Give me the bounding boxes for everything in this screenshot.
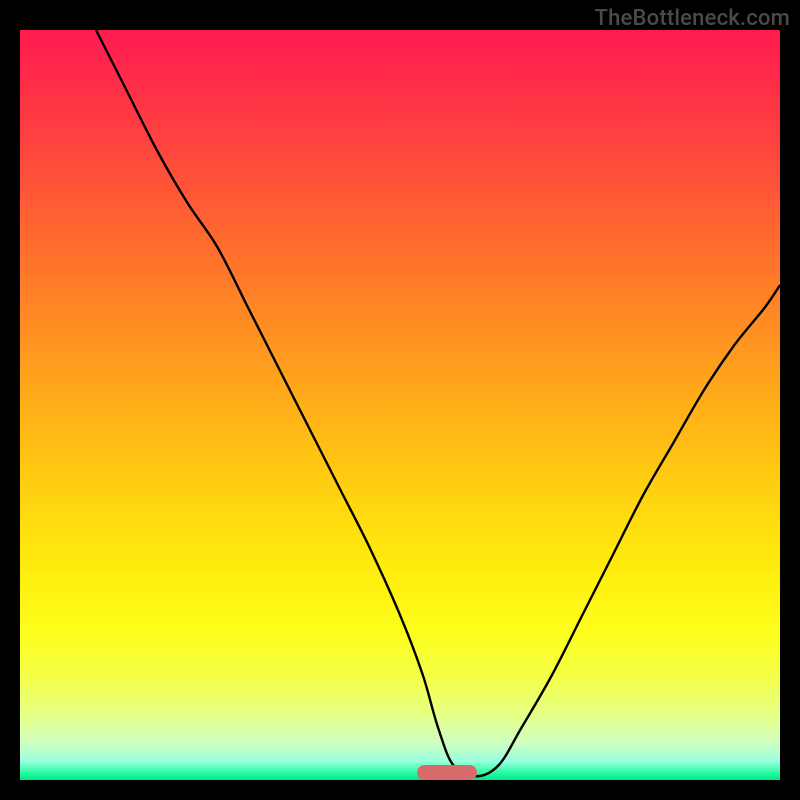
curve-path: [96, 30, 780, 776]
chart-frame: TheBottleneck.com: [0, 0, 800, 800]
optimum-marker: [417, 765, 477, 780]
bottleneck-curve: [20, 30, 780, 780]
watermark-text: TheBottleneck.com: [595, 6, 790, 31]
plot-area: [20, 30, 780, 780]
